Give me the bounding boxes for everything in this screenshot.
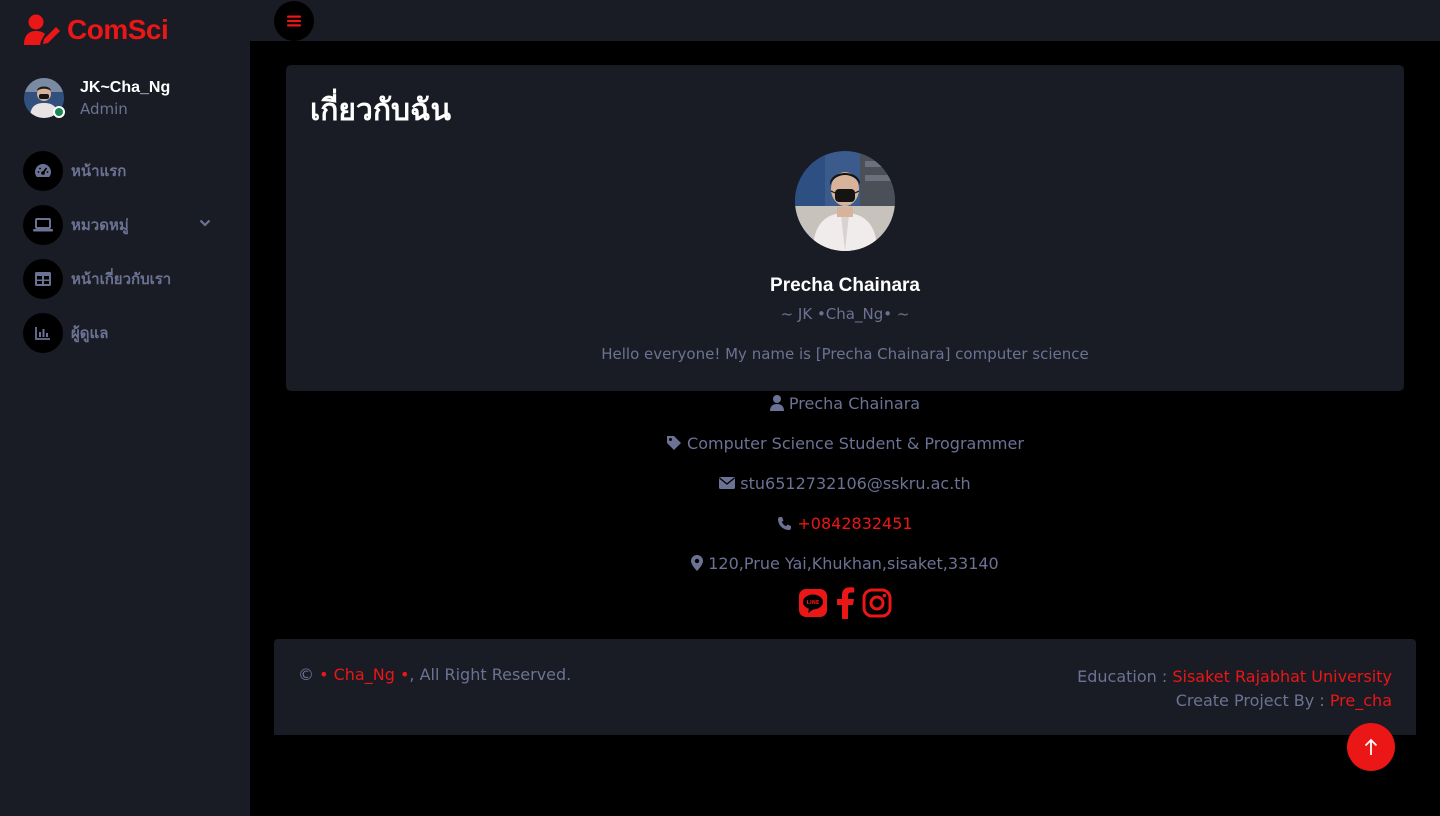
info-occupation-text: Computer Science Student & Programmer bbox=[687, 433, 1024, 453]
info-name-text: Precha Chainara bbox=[788, 393, 921, 413]
sidebar-item-home[interactable]: หน้าแรก bbox=[23, 151, 223, 191]
project-author-link[interactable]: Pre_cha bbox=[1330, 691, 1392, 710]
info-email: stu6512732106@sskru.ac.th bbox=[250, 472, 1440, 494]
copyright-symbol: © bbox=[298, 665, 314, 684]
user-icon bbox=[769, 395, 784, 411]
arrow-up-icon bbox=[1364, 738, 1378, 755]
about-bio: Hello everyone! My name is [Precha Chain… bbox=[601, 345, 1089, 363]
info-occupation: Computer Science Student & Programmer bbox=[250, 432, 1440, 454]
social-links: LINE bbox=[250, 587, 1440, 619]
sidebar-item-label: หน้าแรก bbox=[71, 162, 127, 180]
about-name: Precha Chainara bbox=[770, 275, 920, 296]
brand-name: ComSci bbox=[67, 14, 169, 45]
education-link[interactable]: Sisaket Rajabhat University bbox=[1172, 667, 1392, 686]
info-address-text: 120,Prue Yai,Khukhan,sisaket,33140 bbox=[708, 553, 999, 573]
sidebar-item-label: ผู้ดูแล bbox=[71, 324, 109, 342]
info-name: Precha Chainara bbox=[250, 392, 1440, 414]
facebook-icon[interactable] bbox=[834, 587, 856, 619]
sidebar-item-admin[interactable]: ผู้ดูแล bbox=[23, 313, 223, 353]
back-to-top-button[interactable] bbox=[1347, 723, 1395, 771]
tag-icon bbox=[667, 436, 682, 450]
footer-owner-link[interactable]: • Cha_Ng • bbox=[319, 665, 409, 684]
table-icon bbox=[23, 259, 63, 299]
profile-role: Admin bbox=[80, 99, 128, 118]
line-icon[interactable]: LINE bbox=[798, 588, 828, 618]
about-nickname: ~ JK •Cha_Ng• ~ bbox=[780, 305, 910, 323]
profile-name: JK~Cha_Ng bbox=[80, 78, 171, 96]
map-marker-icon bbox=[691, 555, 704, 571]
svg-text:LINE: LINE bbox=[807, 600, 820, 606]
about-card: เกี่ยวกับฉัน Precha Chainara ~ JK •Cha_N… bbox=[286, 65, 1404, 391]
education-label: Education : bbox=[1077, 667, 1168, 686]
laptop-icon bbox=[23, 205, 63, 245]
instagram-icon[interactable] bbox=[862, 588, 892, 618]
sidebar-item-categories[interactable]: หมวดหมู่ bbox=[23, 205, 223, 245]
project-label: Create Project By : bbox=[1175, 691, 1325, 710]
info-phone-link[interactable]: +0842832451 bbox=[797, 514, 912, 533]
online-status-dot bbox=[53, 106, 65, 118]
sidebar: ComSci JK~Cha_Ng Admin หน้าแรก หมวดหมู่ … bbox=[0, 0, 250, 816]
info-email-text[interactable]: stu6512732106@sskru.ac.th bbox=[740, 474, 970, 493]
footer-credits: Education : Sisaket Rajabhat University … bbox=[1077, 665, 1392, 713]
user-edit-icon bbox=[24, 14, 60, 45]
sidebar-item-label: หน้าเกี่ยวกับเรา bbox=[71, 270, 172, 288]
footer-rights: , All Right Reserved. bbox=[409, 665, 572, 684]
bars-icon bbox=[287, 15, 301, 27]
envelope-icon bbox=[719, 477, 736, 489]
sidebar-nav: หน้าแรก หมวดหมู่ หน้าเกี่ยวกับเรา ผู้ดูแ… bbox=[23, 151, 223, 367]
footer-copyright: © • Cha_Ng •, All Right Reserved. bbox=[298, 665, 571, 684]
page-title: เกี่ยวกับฉัน bbox=[310, 94, 451, 127]
brand-logo[interactable]: ComSci bbox=[24, 12, 169, 48]
info-address: 120,Prue Yai,Khukhan,sisaket,33140 bbox=[250, 552, 1440, 574]
sidebar-item-about[interactable]: หน้าเกี่ยวกับเรา bbox=[23, 259, 223, 299]
profile-photo bbox=[795, 151, 895, 251]
footer: © • Cha_Ng •, All Right Reserved. Educat… bbox=[274, 639, 1416, 735]
chart-bar-icon bbox=[23, 313, 63, 353]
info-phone: +0842832451 bbox=[250, 512, 1440, 534]
topbar bbox=[250, 0, 1440, 41]
phone-icon bbox=[778, 516, 792, 530]
sidebar-toggle-button[interactable] bbox=[274, 1, 314, 41]
sidebar-profile[interactable]: JK~Cha_Ng Admin bbox=[24, 78, 170, 118]
sidebar-item-label: หมวดหมู่ bbox=[71, 216, 129, 234]
chevron-down-icon[interactable] bbox=[199, 218, 211, 228]
tachometer-icon bbox=[23, 151, 63, 191]
